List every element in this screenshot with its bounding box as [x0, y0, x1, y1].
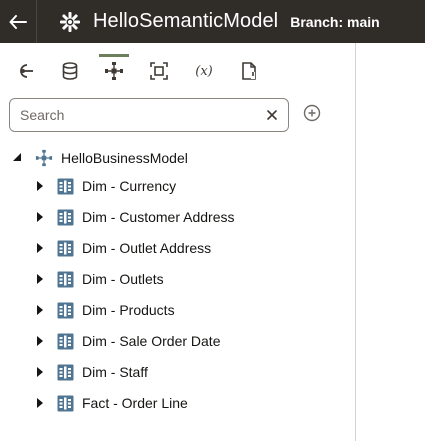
variables-button[interactable]: (x): [189, 56, 219, 86]
logical-table-icon: [57, 209, 74, 226]
tree-item[interactable]: Dim - Outlet Address: [0, 236, 355, 262]
document-icon: [242, 62, 256, 80]
logical-table-icon: [57, 271, 74, 288]
chevron-right-icon[interactable]: [36, 273, 44, 285]
database-icon: [62, 62, 78, 80]
chevron-right-icon[interactable]: [36, 335, 44, 347]
tree-item[interactable]: Fact - Order Line: [0, 391, 355, 417]
plus-circle-icon: [303, 104, 321, 122]
logical-table-icon: [57, 395, 74, 412]
chevron-right-icon[interactable]: [36, 366, 44, 378]
tree-item-label: Dim - Staff: [82, 364, 148, 380]
semantic-model-icon: [59, 11, 81, 33]
chevron-right-icon[interactable]: [36, 242, 44, 254]
tree-item[interactable]: Dim - Outlets: [0, 267, 355, 293]
search-input[interactable]: [20, 105, 260, 125]
tree-root-label: HelloBusinessModel: [61, 150, 188, 166]
chevron-right-icon[interactable]: [36, 304, 44, 316]
model-title: HelloSemanticModel: [93, 10, 279, 32]
logical-table-icon: [57, 240, 74, 257]
database-button[interactable]: [55, 56, 85, 86]
document-button[interactable]: [234, 56, 264, 86]
presentation-layer-icon: [150, 62, 168, 80]
logical-table-icon: [57, 364, 74, 381]
presentation-layer-button[interactable]: [144, 56, 174, 86]
tree-item[interactable]: Dim - Sale Order Date: [0, 329, 355, 355]
chevron-right-icon[interactable]: [36, 211, 44, 223]
layer-toolbar: (x): [0, 43, 355, 99]
variables-icon: (x): [195, 63, 213, 79]
tree-item[interactable]: Dim - Products: [0, 298, 355, 324]
app-header: HelloSemanticModel Branch: main: [0, 0, 425, 43]
panel-divider[interactable]: [355, 43, 356, 441]
logical-table-icon: [57, 302, 74, 319]
tree-item[interactable]: Dim - Customer Address: [0, 205, 355, 231]
logical-table-icon: [57, 178, 74, 195]
search-field: [9, 98, 289, 132]
physical-layer-button[interactable]: [10, 56, 40, 86]
branch-label: Branch: main: [290, 13, 380, 30]
add-button[interactable]: [302, 103, 322, 123]
logical-table-icon: [57, 333, 74, 350]
chevron-expanded-icon[interactable]: [12, 152, 22, 162]
logical-layer-icon: [105, 62, 123, 80]
physical-layer-icon: [20, 64, 33, 78]
tree-item[interactable]: Dim - Currency: [0, 174, 355, 200]
header-divider: [36, 0, 37, 43]
tree-item-label: Fact - Order Line: [82, 395, 188, 411]
chevron-right-icon[interactable]: [36, 180, 44, 192]
tree-item-label: Dim - Sale Order Date: [82, 333, 221, 349]
tree-item-label: Dim - Products: [82, 302, 175, 318]
logical-layer-button[interactable]: [99, 54, 129, 86]
tree-item-label: Dim - Outlet Address: [82, 240, 212, 256]
tree-item-label: Dim - Currency: [82, 178, 177, 194]
tree-item[interactable]: Dim - Staff: [0, 360, 355, 386]
close-icon: [267, 110, 277, 120]
tree-item-label: Dim - Customer Address: [82, 209, 235, 225]
clear-search-button[interactable]: [264, 107, 280, 123]
tree-item-label: Dim - Outlets: [82, 271, 164, 287]
arrow-left-icon: [9, 14, 27, 29]
chevron-right-icon[interactable]: [36, 397, 44, 409]
business-model-icon: [35, 149, 53, 167]
back-button[interactable]: [0, 0, 36, 43]
tree-root-business-model[interactable]: HelloBusinessModel: [0, 146, 355, 170]
